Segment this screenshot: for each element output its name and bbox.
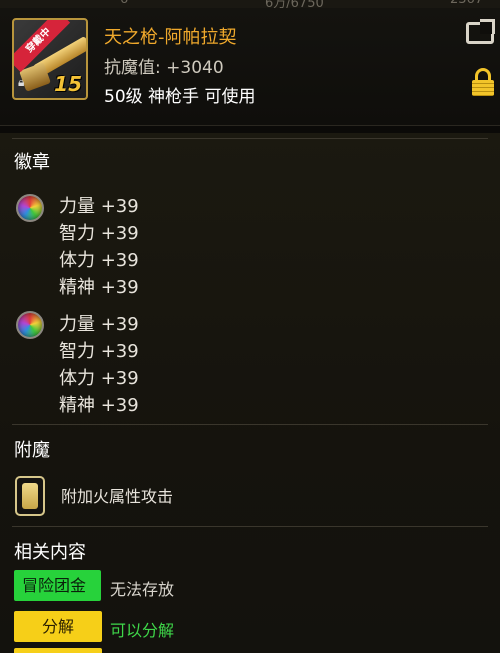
disassemble-tag: 分解: [14, 611, 102, 642]
account-vault-desc: 无法存放: [110, 580, 175, 599]
disassemble-desc: 可以分解: [110, 621, 175, 640]
rainbow-emblem-icon[interactable]: [16, 194, 44, 222]
item-detail-panel: 徽章 力量 +39 智力 +39 体力 +39 精神 +39 力量 +39 智力…: [0, 133, 500, 653]
enchant-text: 附加火属性攻击: [61, 487, 174, 506]
emblem-stat: 智力 +39: [59, 223, 139, 244]
rainbow-emblem-icon[interactable]: [16, 311, 44, 339]
item-name: 天之枪-阿帕拉契: [104, 27, 237, 48]
item-requirement: 50级 神枪手 可使用: [104, 87, 256, 107]
divider: [12, 138, 488, 139]
emblem-stat: 力量 +39: [59, 196, 139, 217]
emblem-stat: 精神 +39: [59, 395, 139, 416]
next-tag-partial: [14, 648, 102, 653]
emblem-stat: 体力 +39: [59, 368, 139, 389]
emblem-stat: 力量 +39: [59, 314, 139, 335]
related-section-title: 相关内容: [14, 542, 86, 563]
share-icon[interactable]: [466, 19, 495, 44]
emblem-stat: 精神 +39: [59, 277, 139, 298]
weapon-gun-icon[interactable]: 穿戴中 🔒︎ 15: [12, 18, 88, 100]
account-vault-tag: 冒险团金库: [14, 570, 101, 626]
top-strip-text: 2367: [450, 0, 483, 7]
item-header: 穿戴中 🔒︎ 15 天之枪-阿帕拉契 抗魔值: +3040 50级 神枪手 可使…: [0, 8, 500, 126]
enhance-level-badge: 15: [54, 72, 82, 96]
emblem-stat: 智力 +39: [59, 341, 139, 362]
divider: [12, 526, 488, 527]
item-stat: 抗魔值: +3040: [104, 58, 224, 78]
lock-icon[interactable]: [472, 68, 494, 96]
enchant-section-title: 附魔: [14, 440, 50, 461]
lock-body: [472, 80, 494, 96]
divider: [12, 424, 488, 425]
emblem-section-title: 徽章: [14, 152, 50, 173]
small-lock-icon: 🔒︎: [18, 75, 25, 89]
emblem-stat: 体力 +39: [59, 250, 139, 271]
top-strip-text: 6: [120, 0, 128, 7]
enchant-card-icon[interactable]: [15, 476, 45, 516]
